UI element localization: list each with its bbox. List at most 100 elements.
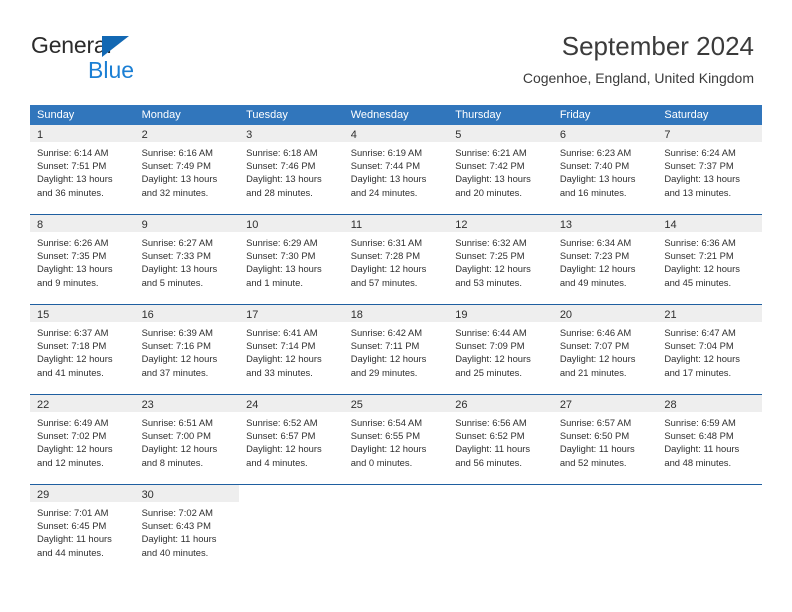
day-cell[interactable]: 10 Sunrise: 6:29 AM Sunset: 7:30 PM Dayl…: [239, 215, 344, 304]
day-number: 16: [141, 309, 154, 321]
day-cell[interactable]: 23 Sunrise: 6:51 AM Sunset: 7:00 PM Dayl…: [134, 395, 240, 484]
day-cell[interactable]: 28 Sunrise: 6:59 AM Sunset: 6:48 PM Dayl…: [657, 395, 762, 484]
logo-text-general: General: [31, 32, 112, 58]
day-cell[interactable]: 12 Sunrise: 6:32 AM Sunset: 7:25 PM Dayl…: [448, 215, 553, 304]
sunrise-text: Sunrise: 6:54 AM: [350, 417, 423, 428]
day-cell[interactable]: 18 Sunrise: 6:42 AM Sunset: 7:11 PM Dayl…: [343, 305, 449, 394]
day-cell[interactable]: 4 Sunrise: 6:19 AM Sunset: 7:44 PM Dayli…: [343, 125, 449, 214]
sunset-text: Sunset: 7:49 PM: [141, 160, 211, 172]
sunrise-text: Sunrise: 7:01 AM: [37, 507, 109, 518]
day-cell[interactable]: 24 Sunrise: 6:52 AM Sunset: 6:57 PM Dayl…: [239, 395, 344, 484]
daylight-text: Daylight: 11 hours and 44 minutes.: [37, 533, 112, 558]
day-cell[interactable]: 13 Sunrise: 6:34 AM Sunset: 7:23 PM Dayl…: [552, 215, 658, 304]
sunrise-text: Sunrise: 6:31 AM: [350, 237, 423, 248]
sunset-text: Sunset: 7:09 PM: [455, 340, 525, 352]
day-cell[interactable]: 8 Sunrise: 6:26 AM Sunset: 7:35 PM Dayli…: [30, 215, 135, 304]
sunset-text: Sunset: 7:16 PM: [141, 340, 211, 352]
day-cell[interactable]: 11 Sunrise: 6:31 AM Sunset: 7:28 PM Dayl…: [343, 215, 449, 304]
sunrise-text: Sunrise: 6:29 AM: [246, 237, 318, 248]
day-number-band: 7: [657, 125, 762, 142]
sunrise-text: Sunrise: 6:46 AM: [559, 327, 632, 338]
sunrise-text: Sunrise: 7:02 AM: [141, 507, 213, 518]
day-number: 12: [455, 219, 468, 231]
day-number: 6: [559, 129, 566, 141]
day-details: Sunrise: 6:27 AM Sunset: 7:33 PM Dayligh…: [135, 232, 240, 289]
sunset-text: Sunset: 7:40 PM: [559, 160, 630, 172]
day-details: Sunrise: 6:37 AM Sunset: 7:18 PM Dayligh…: [30, 322, 135, 379]
day-number: 1: [37, 129, 44, 141]
sunrise-text: Sunrise: 6:49 AM: [37, 417, 109, 428]
day-cell[interactable]: 29 Sunrise: 7:01 AM Sunset: 6:45 PM Dayl…: [30, 485, 135, 574]
sunset-text: Sunset: 7:18 PM: [37, 340, 107, 352]
day-cell[interactable]: 27 Sunrise: 6:57 AM Sunset: 6:50 PM Dayl…: [552, 395, 658, 484]
day-number-band: 4: [343, 125, 449, 142]
day-cell[interactable]: 20 Sunrise: 6:46 AM Sunset: 7:07 PM Dayl…: [552, 305, 658, 394]
day-number: 21: [664, 309, 677, 321]
daylight-text: Daylight: 13 hours and 28 minutes.: [246, 173, 322, 198]
day-number: 7: [664, 129, 671, 141]
daylight-text: Daylight: 12 hours and 33 minutes.: [246, 353, 322, 378]
day-number-band: [553, 485, 658, 502]
day-cell[interactable]: 19 Sunrise: 6:44 AM Sunset: 7:09 PM Dayl…: [448, 305, 553, 394]
day-number: 17: [246, 309, 259, 321]
week-row: 15 Sunrise: 6:37 AM Sunset: 7:18 PM Dayl…: [30, 304, 762, 394]
weekday-header-monday: Monday: [141, 109, 181, 121]
day-number: 23: [141, 399, 154, 411]
day-cell[interactable]: 15 Sunrise: 6:37 AM Sunset: 7:18 PM Dayl…: [30, 305, 135, 394]
day-number: 27: [559, 399, 573, 411]
day-details: Sunrise: 6:34 AM Sunset: 7:23 PM Dayligh…: [553, 232, 658, 289]
day-cell[interactable]: 5 Sunrise: 6:21 AM Sunset: 7:42 PM Dayli…: [448, 125, 553, 214]
sunrise-text: Sunrise: 6:21 AM: [455, 147, 527, 158]
sunset-text: Sunset: 7:21 PM: [664, 250, 734, 262]
day-number: 29: [37, 489, 50, 501]
day-cell-empty: [552, 485, 658, 574]
day-number: 10: [246, 219, 259, 231]
week-row: 1 Sunrise: 6:14 AM Sunset: 7:51 PM Dayli…: [30, 125, 762, 214]
sunrise-text: Sunrise: 6:41 AM: [246, 327, 318, 338]
day-cell[interactable]: 26 Sunrise: 6:56 AM Sunset: 6:52 PM Dayl…: [448, 395, 553, 484]
day-number-band: 17: [239, 305, 344, 322]
daylight-text: Daylight: 12 hours and 8 minutes.: [141, 443, 218, 468]
sunset-text: Sunset: 6:57 PM: [246, 430, 316, 442]
daylight-text: Daylight: 13 hours and 13 minutes.: [664, 173, 740, 198]
day-cell[interactable]: 1 Sunrise: 6:14 AM Sunset: 7:51 PM Dayli…: [30, 125, 135, 214]
day-cell[interactable]: 21 Sunrise: 6:47 AM Sunset: 7:04 PM Dayl…: [657, 305, 762, 394]
week-row: 22 Sunrise: 6:49 AM Sunset: 7:02 PM Dayl…: [30, 394, 762, 484]
sunset-text: Sunset: 7:23 PM: [559, 250, 630, 262]
day-details: Sunrise: 6:36 AM Sunset: 7:21 PM Dayligh…: [657, 232, 762, 289]
day-cell[interactable]: 25 Sunrise: 6:54 AM Sunset: 6:55 PM Dayl…: [343, 395, 449, 484]
day-cell[interactable]: 9 Sunrise: 6:27 AM Sunset: 7:33 PM Dayli…: [134, 215, 240, 304]
day-cell[interactable]: 16 Sunrise: 6:39 AM Sunset: 7:16 PM Dayl…: [134, 305, 240, 394]
day-cell[interactable]: 6 Sunrise: 6:23 AM Sunset: 7:40 PM Dayli…: [552, 125, 658, 214]
sunset-text: Sunset: 7:25 PM: [455, 250, 525, 262]
sunrise-text: Sunrise: 6:42 AM: [350, 327, 423, 338]
day-details: Sunrise: 6:14 AM Sunset: 7:51 PM Dayligh…: [30, 142, 135, 199]
daylight-text: Daylight: 13 hours and 24 minutes.: [350, 173, 427, 198]
day-details: Sunrise: 6:31 AM Sunset: 7:28 PM Dayligh…: [344, 232, 449, 289]
day-details: Sunrise: 6:18 AM Sunset: 7:46 PM Dayligh…: [239, 142, 344, 199]
daylight-text: Daylight: 13 hours and 20 minutes.: [455, 173, 531, 198]
sunrise-text: Sunrise: 6:18 AM: [246, 147, 318, 158]
daylight-text: Daylight: 12 hours and 53 minutes.: [455, 263, 531, 288]
day-cell[interactable]: 2 Sunrise: 6:16 AM Sunset: 7:49 PM Dayli…: [134, 125, 240, 214]
weekday-header-saturday: Saturday: [664, 109, 709, 121]
general-blue-logo[interactable]: General Blue: [31, 32, 261, 88]
sunrise-text: Sunrise: 6:32 AM: [455, 237, 527, 248]
sunrise-text: Sunrise: 6:37 AM: [37, 327, 109, 338]
sunset-text: Sunset: 7:14 PM: [246, 340, 316, 352]
day-number-band: 16: [134, 305, 240, 322]
day-cell[interactable]: 14 Sunrise: 6:36 AM Sunset: 7:21 PM Dayl…: [657, 215, 762, 304]
day-cell[interactable]: 3 Sunrise: 6:18 AM Sunset: 7:46 PM Dayli…: [239, 125, 344, 214]
day-number: 20: [559, 309, 573, 321]
daylight-text: Daylight: 13 hours and 36 minutes.: [37, 173, 113, 198]
day-details: Sunrise: 6:57 AM Sunset: 6:50 PM Dayligh…: [553, 412, 658, 469]
day-cell[interactable]: 30 Sunrise: 7:02 AM Sunset: 6:43 PM Dayl…: [134, 485, 240, 574]
day-number: 13: [559, 219, 573, 231]
day-cell[interactable]: 17 Sunrise: 6:41 AM Sunset: 7:14 PM Dayl…: [239, 305, 344, 394]
logo-text-blue: Blue: [88, 57, 135, 83]
day-number-band: 11: [343, 215, 449, 232]
sunset-text: Sunset: 6:50 PM: [559, 430, 630, 442]
day-details: Sunrise: 6:16 AM Sunset: 7:49 PM Dayligh…: [135, 142, 240, 199]
day-cell[interactable]: 7 Sunrise: 6:24 AM Sunset: 7:37 PM Dayli…: [657, 125, 762, 214]
day-cell[interactable]: 22 Sunrise: 6:49 AM Sunset: 7:02 PM Dayl…: [30, 395, 135, 484]
